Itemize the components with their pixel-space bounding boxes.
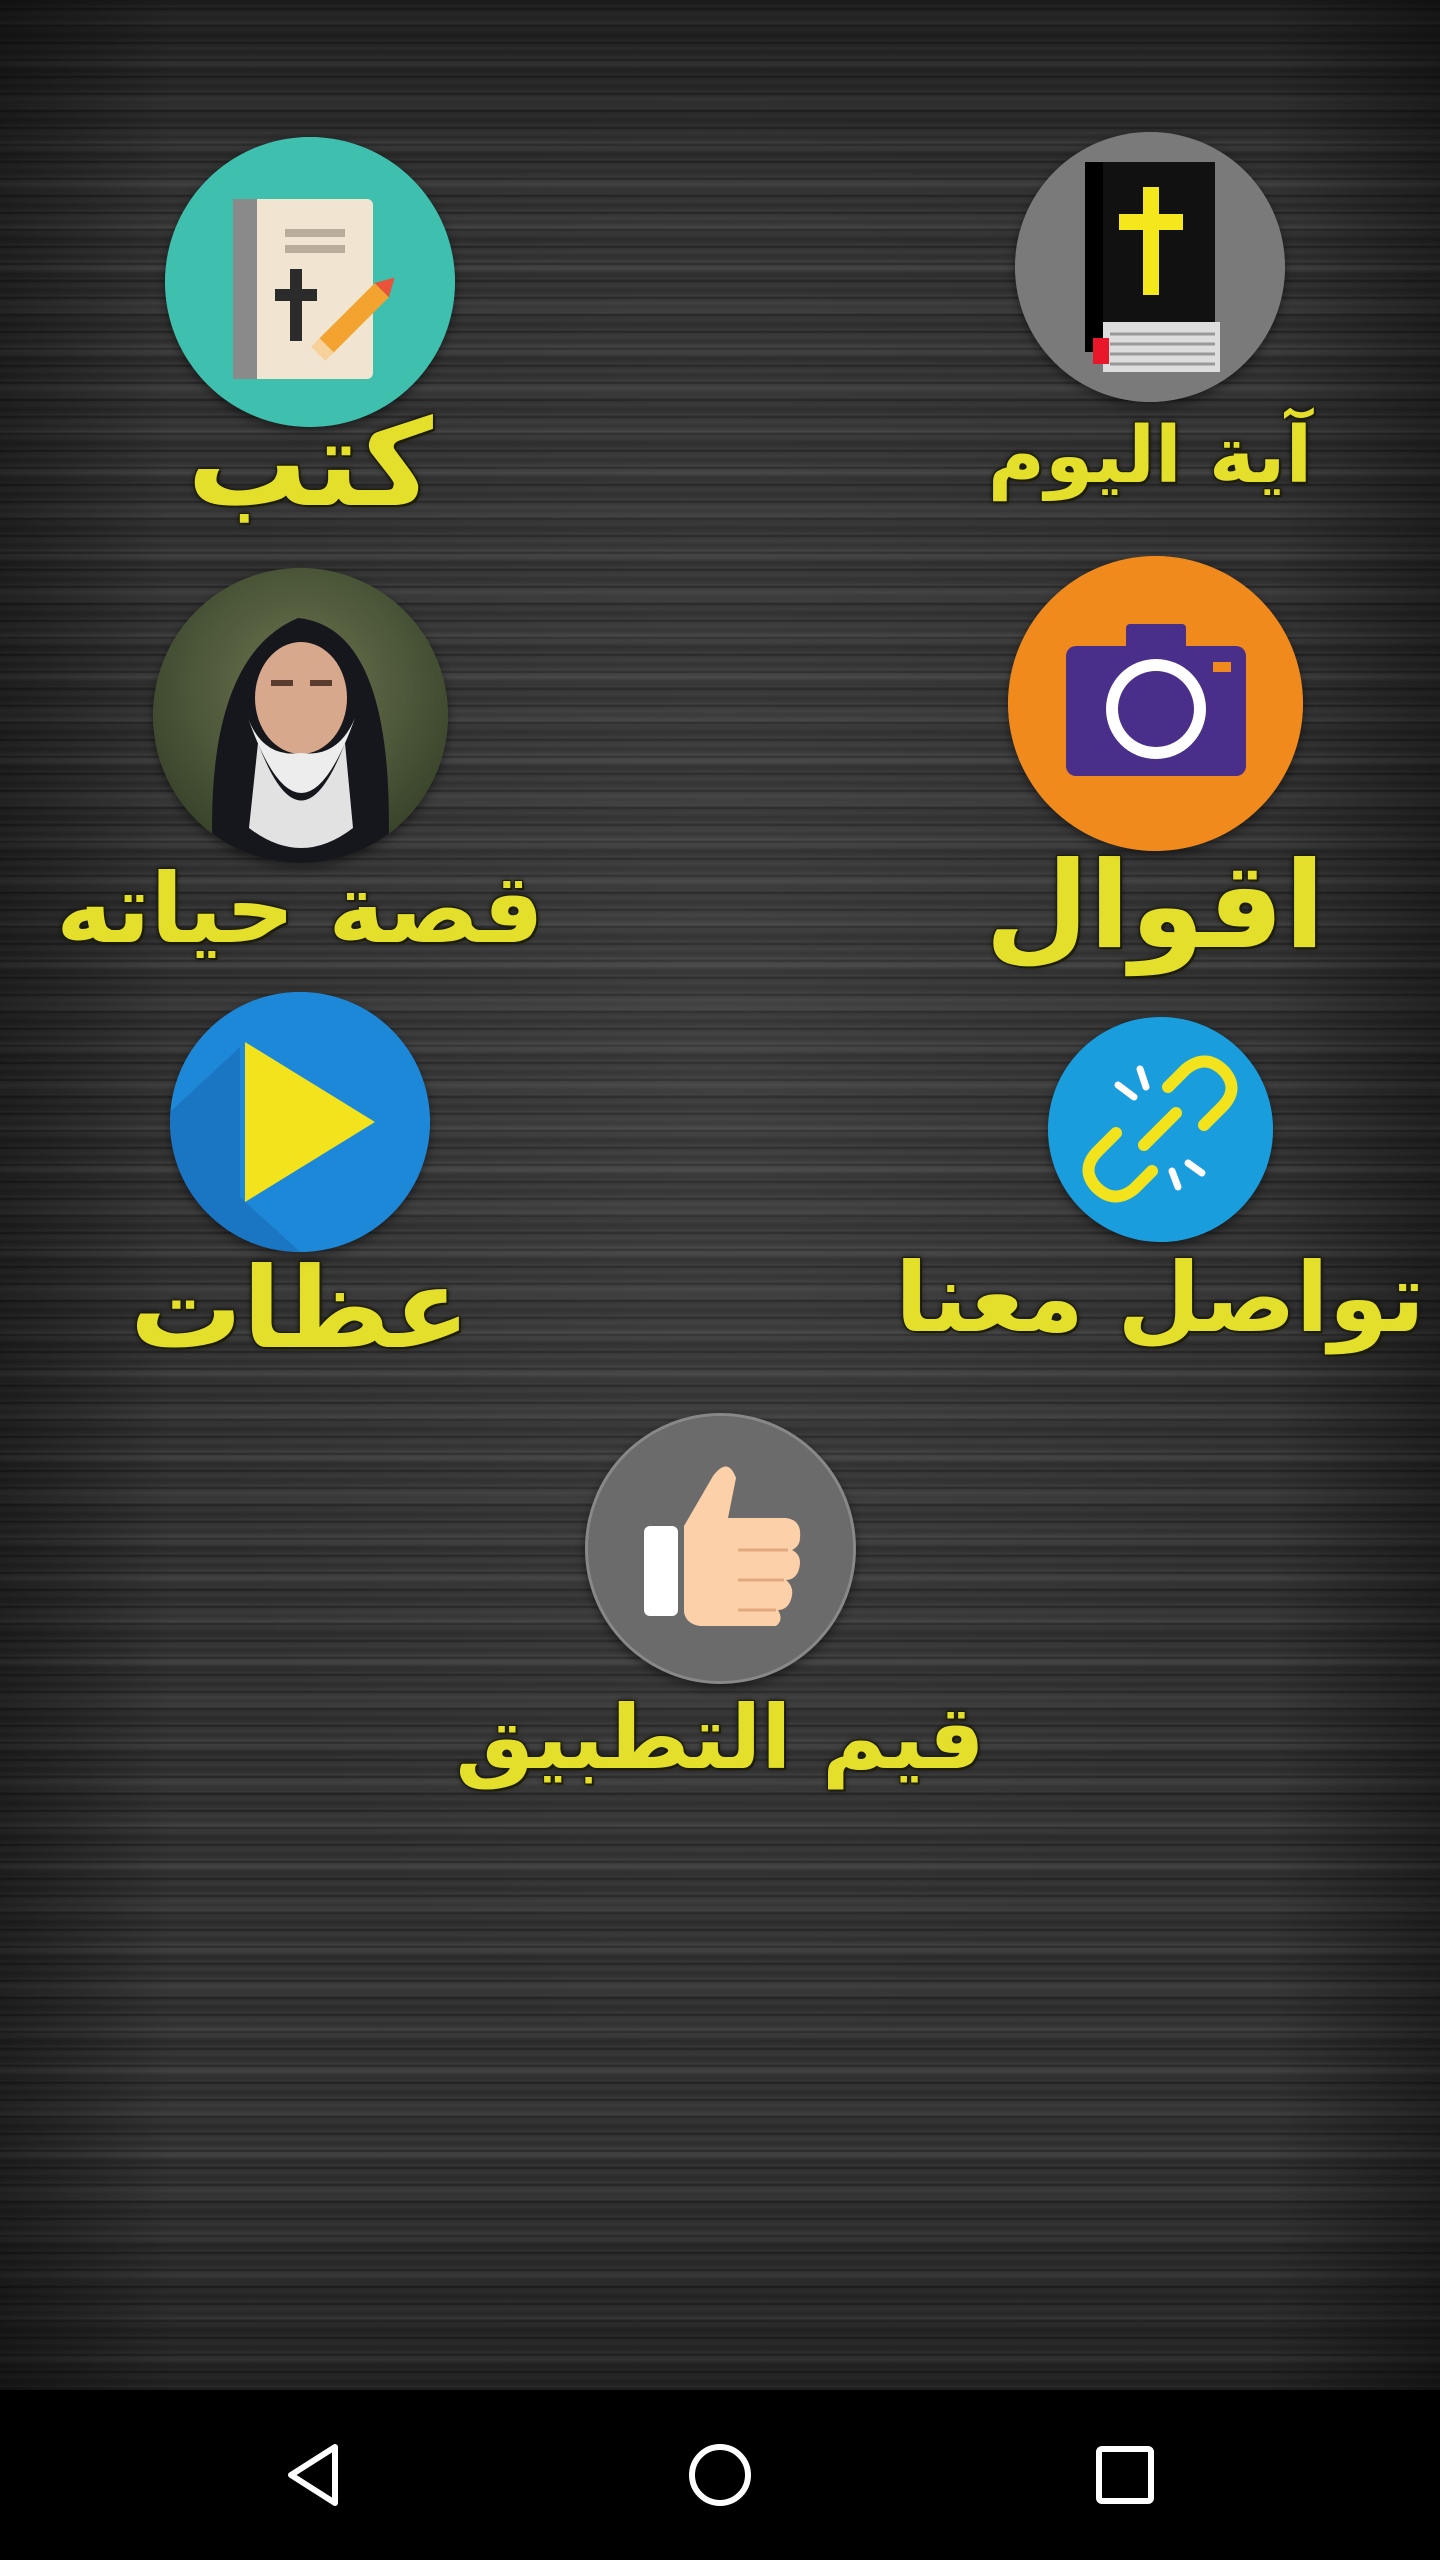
rate-app-tile[interactable]: قيم التطبيق <box>455 1413 985 1787</box>
recents-icon <box>1096 2446 1154 2504</box>
home-icon <box>689 2444 751 2506</box>
sayings-tile[interactable]: اقوال <box>985 556 1325 973</box>
navigation-bar <box>0 2390 1440 2560</box>
monk-portrait <box>152 568 448 863</box>
life-story-tile[interactable]: قصة حياته <box>56 568 544 963</box>
sermons-label: عظات <box>129 1244 471 1374</box>
rate-app-label: قيم التطبيق <box>455 1686 985 1789</box>
thumbs-up-icon <box>584 1413 856 1684</box>
home-button[interactable] <box>570 2390 870 2560</box>
sermons-tile[interactable]: عظات <box>130 992 470 1371</box>
broken-link-icon <box>1047 1017 1273 1242</box>
bible-cross-icon <box>1015 132 1285 402</box>
camera-icon <box>1007 556 1303 851</box>
life-story-label: قصة حياته <box>56 853 544 965</box>
verse-of-day-label: آية اليوم <box>987 411 1313 501</box>
recents-button[interactable] <box>975 2390 1275 2560</box>
back-icon <box>288 2444 338 2506</box>
books-tile[interactable]: كتب <box>130 137 490 531</box>
verse-of-day-tile[interactable]: آية اليوم <box>980 132 1320 500</box>
sayings-label: اقوال <box>984 837 1326 976</box>
book-cross-pencil-icon <box>165 137 455 427</box>
contact-us-label: تواصل معنا <box>895 1242 1425 1354</box>
back-button[interactable] <box>165 2390 465 2560</box>
contact-us-tile[interactable]: تواصل معنا <box>895 1017 1425 1352</box>
app-screen: آية اليوم كتب اقوال قصة حياته تواصل معنا… <box>0 0 1440 2390</box>
play-icon <box>170 992 430 1252</box>
